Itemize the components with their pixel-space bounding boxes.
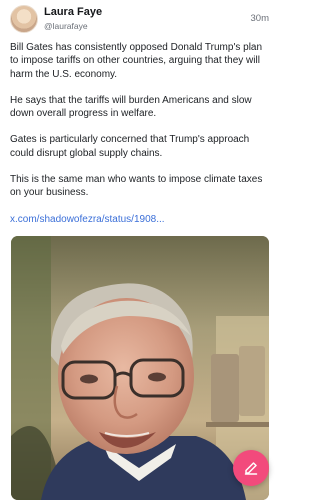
- avatar[interactable]: [10, 5, 38, 33]
- edit-icon: [244, 462, 258, 475]
- post-media[interactable]: [11, 236, 269, 500]
- post-header: Laura Faye @laurafaye 30m: [0, 0, 280, 40]
- video-thumbnail-image: [11, 236, 269, 500]
- post-paragraph: This is the same man who wants to impose…: [10, 174, 263, 199]
- compose-button[interactable]: [233, 450, 269, 486]
- post-timestamp: 30m: [250, 13, 269, 24]
- author-handle[interactable]: @laurafaye: [44, 21, 88, 31]
- post-paragraph: He says that the tariffs will burden Ame…: [10, 94, 252, 120]
- post-body: Bill Gates has consistently opposed Dona…: [10, 41, 272, 226]
- post-paragraph: Gates is particularly concerned that Tru…: [10, 134, 250, 159]
- author-name[interactable]: Laura Faye: [44, 6, 102, 18]
- post-link[interactable]: x.com/shadowofezra/status/1908...: [10, 213, 272, 226]
- post-paragraph: Bill Gates has consistently opposed Dona…: [10, 42, 263, 80]
